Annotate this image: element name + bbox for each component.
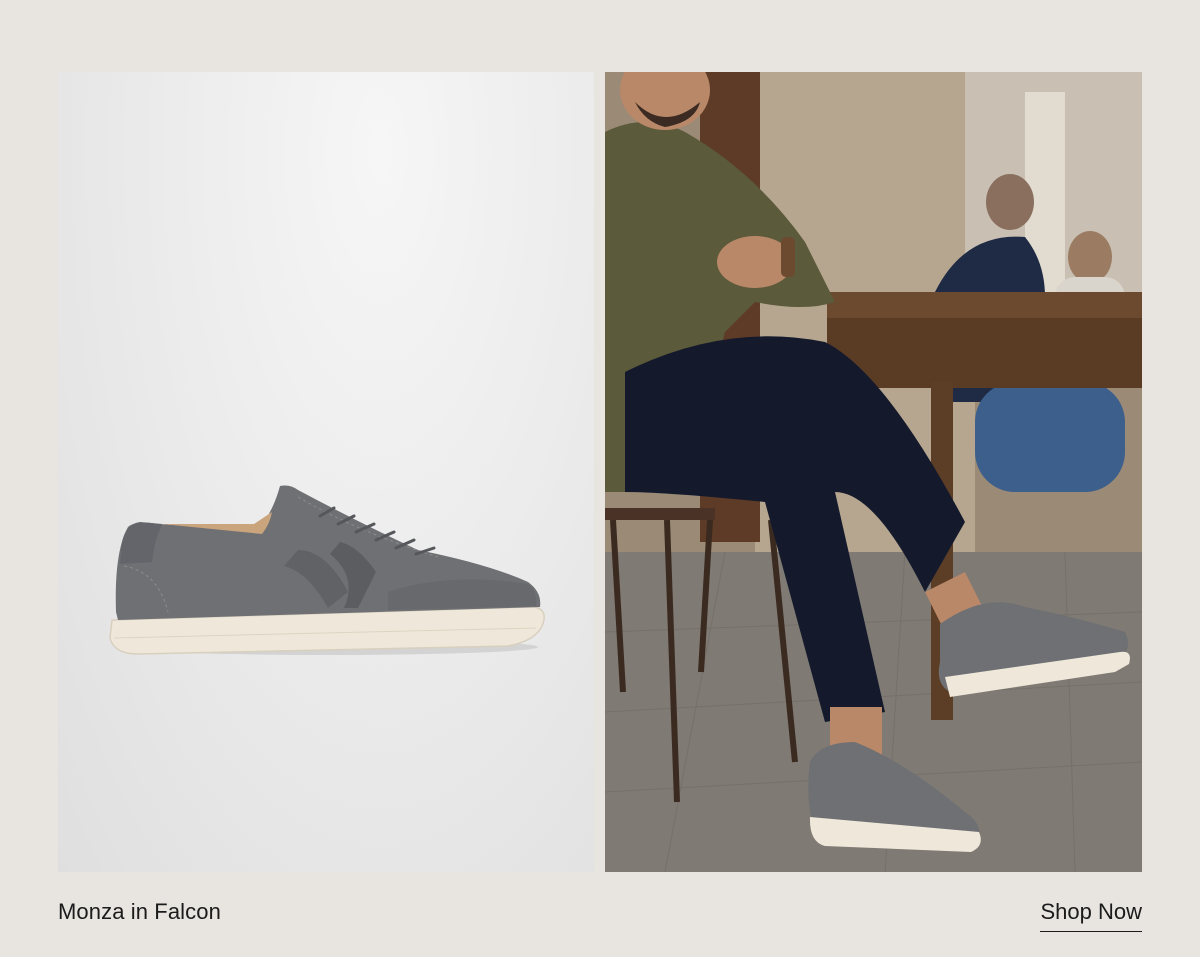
product-caption: Monza in Falcon (58, 899, 221, 924)
shop-now-link[interactable]: Shop Now (1040, 899, 1142, 932)
lifestyle-image[interactable] (605, 72, 1142, 872)
email-promo-card: Monza in Falcon Shop Now (0, 0, 1200, 957)
product-image[interactable] (58, 72, 594, 872)
sneaker-illustration (109, 485, 545, 655)
table-top (827, 292, 1142, 318)
lifestyle-scene (605, 72, 1142, 872)
